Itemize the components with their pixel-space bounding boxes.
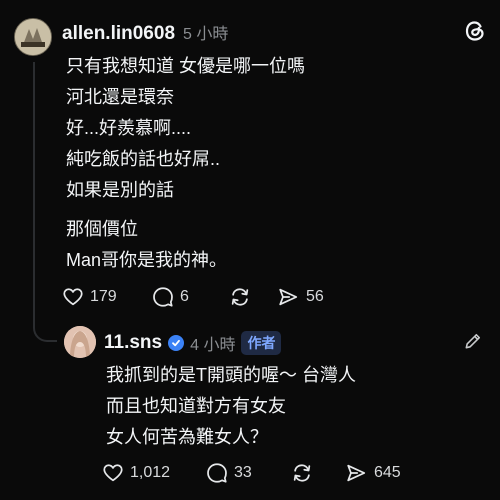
author-badge: 作者 — [241, 331, 282, 355]
reply-time: 4 小時 — [190, 337, 236, 354]
reply-line: 而且也知道對方有女友 — [106, 396, 286, 416]
repost-button[interactable] — [228, 286, 276, 308]
send-icon — [276, 286, 300, 308]
pencil-icon[interactable] — [463, 331, 483, 356]
threads-icon[interactable] — [463, 19, 487, 48]
comment-line: 那個價位 — [66, 219, 138, 239]
share-count: 56 — [306, 288, 324, 305]
comment-username[interactable]: allen.lin0608 — [62, 23, 175, 45]
reply-reply-button[interactable]: 33 — [206, 462, 290, 484]
reply-line: 我抓到的是T開頭的喔～ 台灣人 — [106, 365, 356, 385]
comment-actions: 179 6 56 — [62, 286, 362, 308]
reply-like-button[interactable]: 1,012 — [102, 462, 206, 484]
comment-time: 5 小時 — [183, 26, 229, 43]
heart-icon — [62, 286, 84, 308]
comment-line: 好...好羨慕啊.... — [66, 118, 192, 138]
comment-line: 如果是別的話 — [66, 180, 174, 200]
comment-header: allen.lin0608 5 小時 — [62, 20, 228, 45]
thread-connector-line — [33, 62, 35, 322]
like-button[interactable]: 179 — [62, 286, 152, 308]
comment-line: 純吃飯的話也好屌.. — [66, 149, 221, 169]
comment-line: 河北還是環奈 — [66, 87, 174, 107]
reply-connector-curve — [33, 310, 57, 342]
reply-share-count: 645 — [374, 464, 401, 481]
comment-line: 只有我想知道 女優是哪一位嗎 — [66, 56, 305, 76]
comment-icon — [152, 286, 174, 308]
reply-reply-count: 33 — [234, 464, 252, 481]
reply-button[interactable]: 6 — [152, 286, 228, 308]
reply-line: 女人何苦為難女人？ — [106, 427, 268, 447]
reply-actions: 1,012 33 645 — [102, 462, 442, 484]
reply-like-count: 1,012 — [130, 464, 171, 481]
share-button[interactable]: 56 — [276, 286, 356, 308]
like-count: 179 — [90, 288, 117, 305]
avatar-11sns[interactable] — [64, 326, 96, 358]
verified-badge-icon — [168, 335, 185, 351]
avatar-allen[interactable] — [14, 18, 52, 56]
reply-header: 11.sns 4 小時 作者 — [104, 331, 282, 355]
reply-username[interactable]: 11.sns — [104, 332, 162, 354]
comment-line: Man哥你是我的神。 — [66, 250, 228, 270]
send-icon — [344, 462, 368, 484]
reply-share-button[interactable]: 645 — [344, 462, 434, 484]
repost-icon — [290, 462, 314, 484]
heart-icon — [102, 462, 124, 484]
reply-repost-button[interactable] — [290, 462, 344, 484]
reply-count: 6 — [180, 288, 189, 305]
repost-icon — [228, 286, 252, 308]
comment-icon — [206, 462, 228, 484]
